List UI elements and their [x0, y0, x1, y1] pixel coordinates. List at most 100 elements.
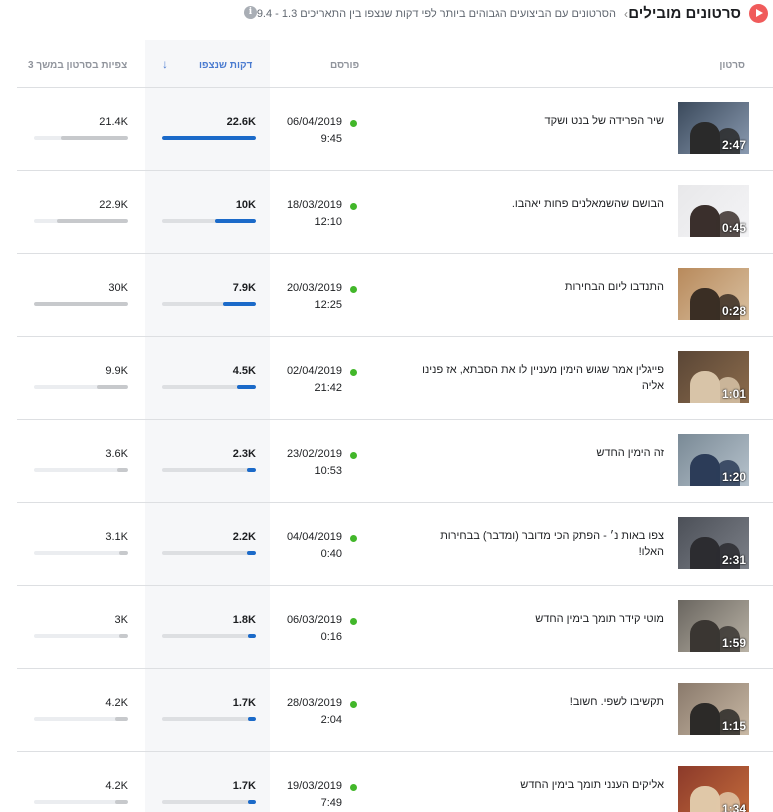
published-status-dot — [350, 618, 357, 625]
table-row[interactable]: 2:47 שיר הפרידה של בנט ושקד 06/04/2019 9… — [17, 88, 773, 171]
video-duration: 2:31 — [721, 553, 746, 567]
video-title-link[interactable]: שיר הפרידה של בנט ושקד — [414, 113, 664, 129]
minutes-viewed-bar-fill — [248, 800, 256, 804]
minutes-viewed-value: 2.3K — [232, 448, 256, 460]
video-title-link[interactable]: פייגלין אמר שגוש הימין מעניין לו את הסבת… — [414, 362, 664, 394]
video-thumbnail[interactable]: 1:59 — [678, 600, 749, 652]
table-row[interactable]: 0:28 התנדבו ליום הבחירות 20/03/2019 12:2… — [17, 254, 773, 337]
published-date: 04/04/2019 — [286, 531, 342, 543]
minutes-viewed-bar — [162, 634, 256, 638]
video-duration: 1:34 — [721, 802, 746, 812]
published-status-dot — [350, 369, 357, 376]
sort-descending-icon[interactable]: ↓ — [162, 57, 168, 71]
video-thumbnail[interactable]: 0:28 — [678, 268, 749, 320]
column-header-video[interactable]: סרטון — [719, 60, 745, 71]
table-row[interactable]: 0:45 הבושם שהשמאלנים פחות יאהבו. 18/03/2… — [17, 171, 773, 254]
views-3s-value: 30K — [108, 282, 128, 294]
published-date: 20/03/2019 — [286, 282, 342, 294]
views-3s-bar — [34, 136, 128, 140]
minutes-viewed-bar — [162, 136, 256, 140]
video-thumbnail[interactable]: 1:15 — [678, 683, 749, 735]
views-3s-value: 21.4K — [99, 116, 128, 128]
video-title-link[interactable]: התנדבו ליום הבחירות — [414, 279, 664, 295]
views-3s-bar-fill — [34, 302, 128, 306]
minutes-viewed-bar-fill — [223, 302, 256, 306]
views-3s-bar — [34, 468, 128, 472]
minutes-viewed-bar-fill — [246, 551, 256, 555]
minutes-viewed-value: 22.6K — [226, 116, 256, 128]
published-status-dot — [350, 203, 357, 210]
table-row[interactable]: 1:01 פייגלין אמר שגוש הימין מעניין לו את… — [17, 337, 773, 420]
video-title-link[interactable]: הבושם שהשמאלנים פחות יאהבו. — [414, 196, 664, 212]
minutes-viewed-bar-fill — [162, 136, 256, 140]
video-duration: 0:45 — [721, 221, 746, 235]
column-header-published[interactable]: פורסם — [330, 60, 359, 71]
video-title-link[interactable]: מוטי קידר תומך בימין החדש — [414, 611, 664, 627]
minutes-viewed-bar-fill — [214, 219, 256, 223]
video-title-link[interactable]: אליקים הענני תומך בימין החדש — [414, 777, 664, 793]
views-3s-bar-fill — [118, 551, 128, 555]
views-3s-value: 22.9K — [99, 199, 128, 211]
video-duration: 0:28 — [721, 304, 746, 318]
published-status-dot — [350, 286, 357, 293]
video-title-link[interactable]: זה הימין החדש — [414, 445, 664, 461]
views-3s-bar — [34, 551, 128, 555]
minutes-viewed-bar — [162, 800, 256, 804]
video-thumbnail[interactable]: 1:20 — [678, 434, 749, 486]
table-row[interactable]: 1:20 זה הימין החדש 23/02/2019 10:53 2.3K… — [17, 420, 773, 503]
views-3s-bar — [34, 634, 128, 638]
table-row[interactable]: 1:59 מוטי קידר תומך בימין החדש 06/03/201… — [17, 586, 773, 669]
top-videos-header: סרטונים מובילים ‹ הסרטונים עם הביצועים ה… — [0, 0, 773, 34]
published-date: 23/02/2019 — [286, 448, 342, 460]
video-thumbnail[interactable]: 1:01 — [678, 351, 749, 403]
published-date: 18/03/2019 — [286, 199, 342, 211]
views-3s-bar — [34, 717, 128, 721]
views-3s-bar-fill — [116, 468, 128, 472]
video-thumbnail[interactable]: 0:45 — [678, 185, 749, 237]
column-header-minutes-viewed[interactable]: דקות שנצפו — [199, 60, 252, 71]
views-3s-value: 3.1K — [105, 531, 128, 543]
published-time: 7:49 — [320, 797, 342, 809]
views-3s-bar-fill — [114, 717, 128, 721]
views-3s-bar-fill — [118, 634, 128, 638]
table-row[interactable]: 1:15 תקשיבו לשפי. חשוב! 28/03/2019 2:04 … — [17, 669, 773, 752]
views-3s-bar — [34, 302, 128, 306]
views-3s-bar — [34, 385, 128, 389]
views-3s-value: 9.9K — [105, 365, 128, 377]
published-time: 12:10 — [314, 216, 342, 228]
video-duration: 1:15 — [721, 719, 746, 733]
minutes-viewed-bar — [162, 219, 256, 223]
video-thumbnail[interactable]: 2:47 — [678, 102, 749, 154]
views-3s-bar-fill — [96, 385, 128, 389]
video-duration: 2:47 — [721, 138, 746, 152]
minutes-viewed-bar — [162, 302, 256, 306]
video-thumbnail[interactable]: 1:34 — [678, 766, 749, 812]
published-status-dot — [350, 701, 357, 708]
video-thumbnail[interactable]: 2:31 — [678, 517, 749, 569]
published-date: 28/03/2019 — [286, 697, 342, 709]
published-status-dot — [350, 452, 357, 459]
minutes-viewed-bar-fill — [248, 717, 256, 721]
table-row[interactable]: 2:31 צפו באות נ׳ - הפתק הכי מדובר (ומדבר… — [17, 503, 773, 586]
video-duration: 1:59 — [721, 636, 746, 650]
published-status-dot — [350, 120, 357, 127]
table-row[interactable]: 1:34 אליקים הענני תומך בימין החדש 19/03/… — [17, 752, 773, 812]
published-time: 2:04 — [320, 714, 342, 726]
views-3s-bar-fill — [114, 800, 128, 804]
published-status-dot — [350, 535, 357, 542]
video-play-icon — [749, 4, 768, 23]
video-title-link[interactable]: צפו באות נ׳ - הפתק הכי מדובר (ומדבר) בבח… — [414, 528, 664, 560]
video-title-link[interactable]: תקשיבו לשפי. חשוב! — [414, 694, 664, 710]
page-subtitle: הסרטונים עם הביצועים הגבוהים ביותר לפי ד… — [256, 8, 616, 20]
info-icon[interactable]: i — [244, 6, 257, 19]
minutes-viewed-value: 4.5K — [232, 365, 256, 377]
minutes-viewed-bar-fill — [248, 634, 256, 638]
published-time: 12:25 — [314, 299, 342, 311]
published-time: 9:45 — [320, 133, 342, 145]
published-time: 0:40 — [320, 548, 342, 560]
published-time: 21:42 — [314, 382, 342, 394]
views-3s-bar — [34, 219, 128, 223]
column-header-3s-views[interactable]: צפיות בסרטון במשך 3 — [28, 60, 127, 71]
published-date: 02/04/2019 — [286, 365, 342, 377]
views-3s-value: 4.2K — [105, 780, 128, 792]
